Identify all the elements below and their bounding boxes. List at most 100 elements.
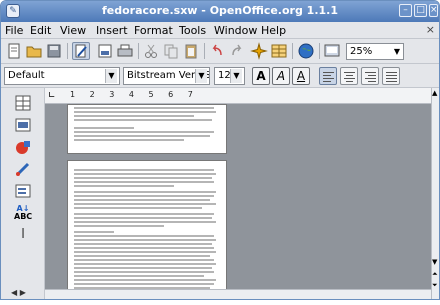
undo-icon — [212, 44, 222, 56]
paste-button[interactable] — [182, 42, 200, 60]
menu-tools[interactable]: Tools — [179, 24, 206, 37]
folder-icon — [26, 46, 42, 58]
bold-button[interactable]: A — [252, 67, 270, 85]
toolbar-separator — [292, 43, 293, 59]
insert-fields-icon — [15, 118, 31, 132]
pdf-icon — [98, 44, 112, 58]
menu-format[interactable]: Format — [134, 24, 173, 37]
justify-button[interactable] — [382, 67, 400, 85]
italic-button[interactable]: A — [272, 67, 290, 85]
copy-icon — [164, 44, 178, 59]
edit-file-button[interactable] — [72, 42, 90, 60]
menu-insert[interactable]: Insert — [96, 24, 128, 37]
toolbar-separator — [67, 43, 68, 59]
open-button[interactable] — [25, 42, 43, 60]
menu-help[interactable]: Help — [261, 24, 286, 37]
horizontal-scrollbar[interactable] — [45, 289, 431, 299]
menu-bar: File Edit View Insert Format Tools Windo… — [1, 22, 439, 39]
font-name-select[interactable]: Bitstream Vera Se ▼ — [123, 67, 210, 85]
horizontal-ruler[interactable]: ∟ 1 2 3 4 5 6 7 — [45, 88, 431, 104]
data-sources-button[interactable] — [323, 42, 341, 60]
toolbar-scroll-arrows[interactable]: ◀ ▶ — [11, 288, 29, 299]
new-document-button[interactable] — [5, 42, 23, 60]
previous-page-icon[interactable]: ⏶ — [432, 270, 438, 279]
close-button[interactable]: × — [429, 4, 438, 17]
desktop-strip — [0, 300, 440, 305]
copy-button[interactable] — [162, 42, 180, 60]
paragraph-style-select[interactable]: Default ▼ — [4, 67, 120, 85]
window-title: fedoracore.sxw - OpenOffice.org 1.1.1 — [102, 4, 338, 17]
zoom-field[interactable]: 25% ▼ — [346, 43, 404, 60]
page-2[interactable] — [67, 160, 227, 289]
form-icon — [15, 184, 31, 198]
minimize-button[interactable]: – — [399, 4, 412, 17]
scroll-down-icon[interactable]: ▼ — [432, 258, 437, 266]
insert-objects-button[interactable] — [14, 138, 32, 156]
data-sources-icon — [324, 44, 340, 57]
save-button[interactable] — [45, 42, 63, 60]
print-button[interactable] — [116, 42, 134, 60]
form-functions-button[interactable] — [14, 182, 32, 200]
menu-file[interactable]: File — [5, 24, 23, 37]
page-1[interactable] — [67, 104, 227, 154]
hyperlink-button[interactable] — [297, 42, 315, 60]
align-center-button[interactable] — [340, 67, 358, 85]
spellcheck-button[interactable]: A↓ ABC — [14, 205, 32, 223]
font-size-value: 12 — [218, 70, 231, 81]
insert-button[interactable] — [14, 94, 32, 112]
next-page-icon[interactable]: ⏷ — [432, 281, 438, 290]
formatting-toolbar: Default ▼ Bitstream Vera Se ▼ 12 ▼ A A A — [1, 64, 439, 88]
chevron-down-icon: ▼ — [230, 69, 242, 83]
insert-table-icon — [15, 95, 31, 111]
minimize-icon: – — [403, 5, 408, 15]
draw-functions-button[interactable] — [14, 160, 32, 178]
close-icon: × — [430, 5, 438, 15]
title-bar[interactable]: ✎ fedoracore.sxw - OpenOffice.org 1.1.1 … — [1, 1, 439, 22]
maximize-button[interactable]: □ — [414, 4, 427, 17]
scroll-up-icon[interactable]: ▲ — [432, 89, 437, 97]
tab-stop-icon[interactable]: ∟ — [48, 91, 56, 101]
underline-button[interactable]: A — [292, 67, 310, 85]
printer-icon — [117, 44, 133, 57]
zoom-value: 25% — [350, 46, 373, 57]
vertical-scrollbar[interactable]: ▲ ▼ ⏶ ⏷ — [431, 88, 439, 299]
chevron-down-icon: ▼ — [393, 47, 400, 56]
navigator-star-icon — [250, 42, 268, 60]
table-icon — [271, 44, 287, 58]
undo-button[interactable] — [208, 42, 226, 60]
toolbar-separator — [204, 43, 205, 59]
menu-edit[interactable]: Edit — [30, 24, 51, 37]
align-left-button[interactable] — [319, 67, 337, 85]
app-window: ✎ fedoracore.sxw - OpenOffice.org 1.1.1 … — [0, 0, 440, 300]
close-document-button[interactable]: × — [426, 23, 435, 36]
spellcheck-label: ABC — [14, 212, 33, 221]
insert-objects-icon — [16, 141, 30, 154]
save-icon — [47, 44, 61, 58]
pencil-icon — [15, 162, 30, 177]
redo-icon — [232, 44, 242, 56]
table-button[interactable] — [270, 42, 288, 60]
navigator-button[interactable] — [250, 42, 268, 60]
globe-icon — [298, 43, 314, 59]
menu-view[interactable]: View — [60, 24, 86, 37]
export-pdf-button[interactable] — [96, 42, 114, 60]
new-document-icon — [8, 43, 20, 59]
standard-toolbar: 25% ▼ — [1, 39, 439, 64]
align-right-button[interactable] — [361, 67, 379, 85]
menu-window[interactable]: Window — [214, 24, 257, 37]
cut-button[interactable] — [142, 42, 160, 60]
chevron-down-icon: ▼ — [195, 69, 207, 83]
document-area[interactable]: ∟ 1 2 3 4 5 6 7 — [45, 88, 431, 289]
font-size-select[interactable]: 12 ▼ — [214, 67, 245, 85]
text-cursor-button[interactable]: I — [14, 227, 32, 245]
main-toolbar: A↓ ABC I ◀ ▶ — [1, 88, 45, 299]
toolbar-separator — [138, 43, 139, 59]
maximize-icon: □ — [416, 5, 425, 15]
chevron-down-icon: ▼ — [105, 69, 117, 83]
edit-pencil-icon — [75, 44, 87, 58]
redo-button[interactable] — [228, 42, 246, 60]
toolbar-separator — [319, 43, 320, 59]
ruler-numbers: 1 2 3 4 5 6 7 — [70, 90, 199, 99]
insert-fields-button[interactable] — [14, 116, 32, 134]
cut-icon — [145, 44, 157, 58]
